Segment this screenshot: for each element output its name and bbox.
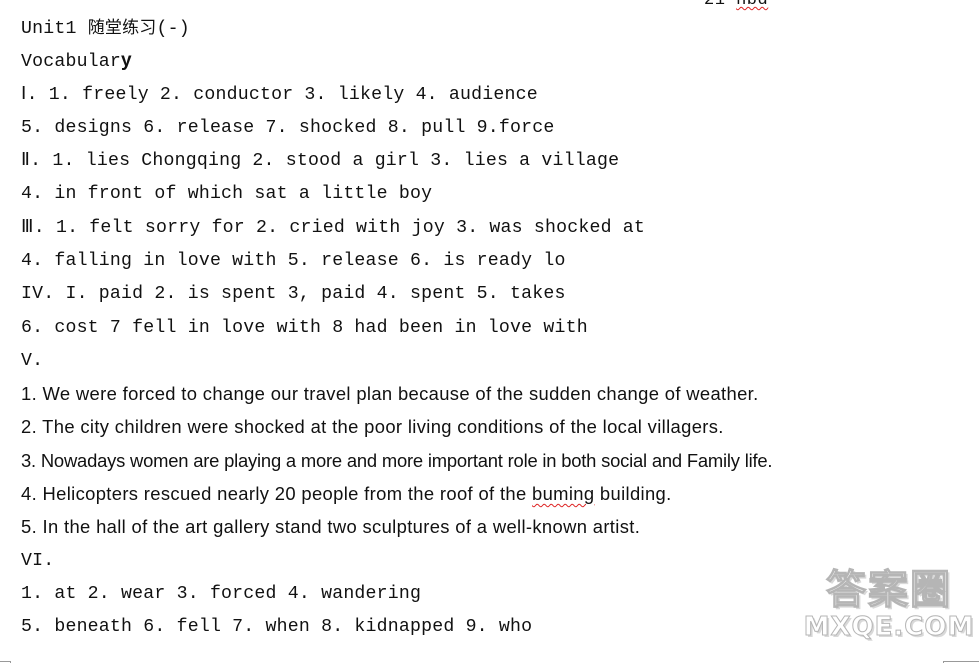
sentence-line: 3. Nowadays women are playing a more and… — [21, 450, 773, 471]
answer-line: Ⅲ. 1. felt sorry for 2. cried with joy 3… — [21, 218, 646, 238]
answer-line: 5. designs 6. release 7. shocked 8. pull… — [21, 118, 555, 138]
watermark-url: MXQE.COM — [803, 612, 975, 643]
answer-line: Ⅱ. 1. lies Chongqing 2. stood a girl 3. … — [21, 151, 620, 171]
section-heading-vi: VI. — [21, 551, 55, 571]
answer-line: IV. I. paid 2. is spent 3, paid 4. spent… — [21, 284, 566, 304]
cropped-top-text: 21 hbd — [704, 0, 768, 10]
sentence-text: building. — [594, 483, 672, 504]
title-cjk: 随堂练习 — [87, 18, 157, 38]
sentence-line: 2. The city children were shocked at the… — [21, 416, 724, 437]
section-heading-v: V. — [21, 351, 44, 371]
document-page: 21 hbd Unit1 随堂练习(-) Vocabulary Ⅰ. 1. fr… — [0, 0, 979, 663]
watermark-logo-text: 答案圈 — [825, 567, 952, 613]
sentence-line: 1. We were forced to change our travel p… — [21, 383, 759, 404]
answer-line: Ⅰ. 1. freely 2. conductor 3. likely 4. a… — [21, 85, 538, 105]
answer-line: 4. in front of which sat a little boy — [21, 184, 433, 204]
sentence-line: 5. In the hall of the art gallery stand … — [21, 516, 641, 537]
answer-line: 6. cost 7 fell in love with 8 had been i… — [21, 318, 588, 338]
sentence-line: 4. Helicopters rescued nearly 20 people … — [21, 483, 672, 505]
answer-line: 5. beneath 6. fell 7. when 8. kidnapped … — [21, 617, 533, 637]
heading-tail: y — [121, 50, 132, 71]
misspelled-word: buming — [532, 483, 595, 504]
cropped-text: 21 — [704, 0, 737, 10]
watermark: 答案圈 MXQE.COM — [800, 567, 978, 643]
document-title: Unit1 随堂练习(-) — [21, 17, 190, 40]
misspelled-word: hbd — [736, 0, 769, 10]
title-suffix: (-) — [156, 19, 190, 39]
answer-line: 4. falling in love with 5. release 6. is… — [21, 251, 566, 271]
title-prefix: Unit1 — [21, 19, 88, 39]
heading-text: Vocabular — [21, 52, 122, 72]
section-heading-vocabulary: Vocabulary — [21, 50, 132, 73]
crop-mark-right — [943, 661, 979, 662]
sentence-text: 4. Helicopters rescued nearly 20 people … — [21, 483, 533, 504]
answer-line: 1. at 2. wear 3. forced 4. wandering — [21, 584, 422, 604]
